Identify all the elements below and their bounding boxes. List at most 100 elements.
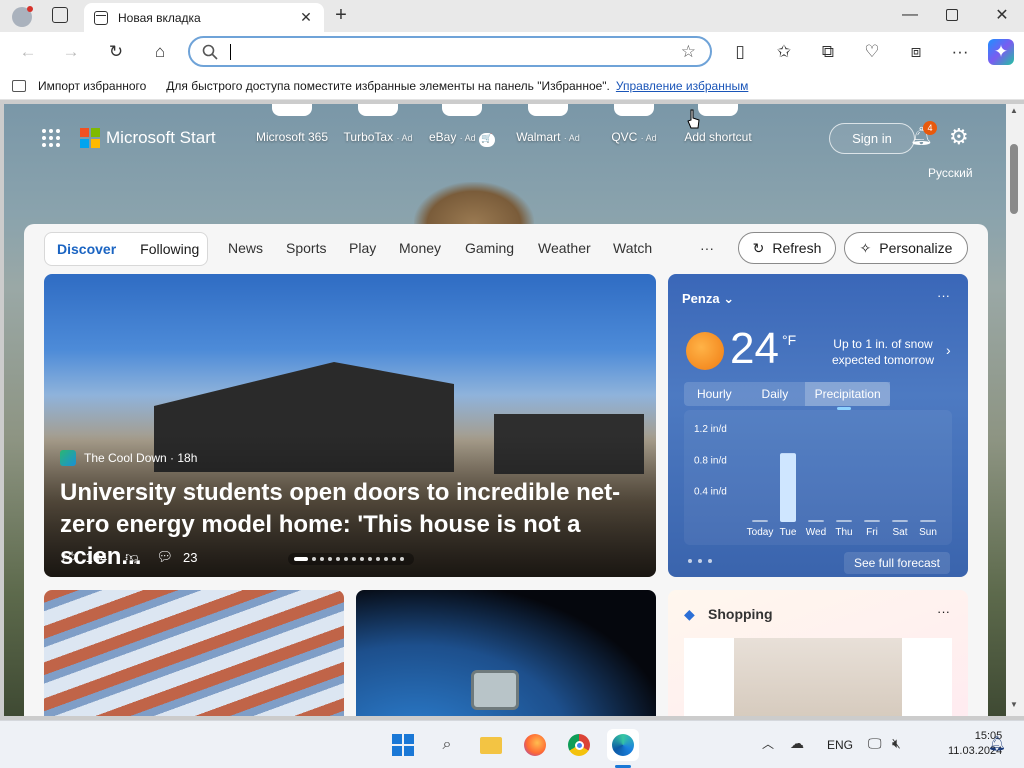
network-icon[interactable]: 🖵︎ xyxy=(868,735,882,752)
ad-label: · Ad xyxy=(459,133,476,143)
tab-discover[interactable]: Discover xyxy=(45,241,128,257)
news-card-space-tv[interactable] xyxy=(356,590,656,716)
x-tick-label: Thu xyxy=(835,527,852,538)
chrome-icon[interactable] xyxy=(565,731,593,759)
tab-close-icon[interactable]: ✕ xyxy=(298,9,314,26)
weather-tab-precipitation[interactable]: Precipitation xyxy=(805,382,891,410)
hero-source-text: The Cool Down · 18h xyxy=(84,451,198,465)
shortcut-label: eBay xyxy=(428,130,457,144)
y-tick-label: 0.8 in/d xyxy=(694,455,727,466)
toolbar: ← → ↻ ⌂ ☆ ▯ ✩ ⧉ ♡ ⧈ ··· ✦ xyxy=(0,32,1024,72)
brand-name: Microsoft Start xyxy=(106,128,216,147)
collections-icon[interactable]: ⧉ xyxy=(814,38,842,66)
manage-favorites-link[interactable]: Управление избранным xyxy=(616,79,748,93)
vertical-tabs-icon[interactable] xyxy=(52,7,68,23)
nav-watch[interactable]: Watch xyxy=(613,240,652,256)
nav-gaming[interactable]: Gaming xyxy=(465,240,514,256)
shopping-item-image[interactable] xyxy=(684,638,952,716)
search-taskbar-icon[interactable]: ⌕ xyxy=(433,731,461,759)
nav-news[interactable]: News xyxy=(228,240,263,256)
volume-muted-icon[interactable]: 🔇︎ xyxy=(892,735,901,752)
like-icon[interactable]: 👍︎ xyxy=(62,549,76,565)
nav-money[interactable]: Money xyxy=(399,240,441,256)
weather-tab-daily[interactable]: Daily xyxy=(745,382,806,406)
new-tab-icon[interactable]: + xyxy=(330,4,352,27)
tab-new-tab[interactable]: Новая вкладка ✕ xyxy=(84,3,324,32)
sunny-weather-icon xyxy=(686,332,724,370)
chevron-up-icon[interactable]: ︿ xyxy=(762,735,774,752)
nav-weather[interactable]: Weather xyxy=(538,240,591,256)
address-bar[interactable]: ☆ xyxy=(188,36,712,67)
start-icon[interactable] xyxy=(389,731,417,759)
shopping-card: ◆ Shopping ··· xyxy=(668,590,968,716)
profile-alert-dot xyxy=(27,6,33,12)
carousel-dots[interactable] xyxy=(288,553,414,565)
hero-card[interactable]: The Cool Down · 18h University students … xyxy=(44,274,656,577)
scroll-up-icon[interactable]: ▲ xyxy=(1010,106,1018,115)
tv-image xyxy=(471,670,519,710)
copilot-icon[interactable]: ✦ xyxy=(988,39,1014,65)
more-menu-icon[interactable]: ··· xyxy=(946,38,974,66)
weather-page-dots[interactable] xyxy=(688,559,712,563)
close-window-icon[interactable]: ✕ xyxy=(992,5,1012,25)
weather-temperature: 24 xyxy=(730,324,779,373)
nav-play[interactable]: Play xyxy=(349,240,376,256)
page-scrollbar[interactable]: ▲ ▼ xyxy=(1006,104,1024,716)
notification-center-icon[interactable]: 🔔︎ xyxy=(988,735,1006,752)
chevron-right-icon[interactable]: › xyxy=(946,342,951,358)
tab-following[interactable]: Following xyxy=(128,241,211,257)
shortcut-microsoft365[interactable]: Microsoft 365 xyxy=(252,104,332,144)
edge-icon[interactable] xyxy=(607,729,639,761)
refresh-button[interactable]: ↻ Refresh xyxy=(738,232,836,264)
weather-city-selector[interactable]: Penza ⌄ xyxy=(682,291,734,307)
nav-sports[interactable]: Sports xyxy=(286,240,326,256)
precip-bar xyxy=(808,520,824,522)
comment-icon[interactable]: 💬︎ xyxy=(157,549,174,565)
hero-source[interactable]: The Cool Down · 18h xyxy=(60,450,197,466)
firefox-icon[interactable] xyxy=(521,731,549,759)
sign-in-button[interactable]: Sign in xyxy=(829,123,915,154)
weather-tab-hourly[interactable]: Hourly xyxy=(684,382,745,406)
apps-grid-icon[interactable] xyxy=(42,129,60,147)
language-link[interactable]: Русский xyxy=(928,166,973,180)
personalize-button[interactable]: ✧ Personalize xyxy=(844,232,968,264)
split-screen-icon[interactable]: ▯ xyxy=(726,38,754,66)
news-card-solar-roof[interactable] xyxy=(44,590,344,716)
scroll-down-icon[interactable]: ▼ xyxy=(1010,700,1018,709)
nav-more-icon[interactable]: ··· xyxy=(700,240,714,256)
personalize-star-icon: ✧ xyxy=(859,239,872,256)
settings-gear-icon[interactable]: ⚙ xyxy=(949,124,969,150)
shortcut-turbotax[interactable]: TurboTax · Ad xyxy=(338,104,418,144)
refresh-page-icon[interactable]: ↻ xyxy=(102,38,130,66)
restore-icon[interactable] xyxy=(946,9,958,21)
shortcut-ebay[interactable]: eBay · Ad 🛒 xyxy=(422,104,502,147)
minimize-icon[interactable]: — xyxy=(900,6,920,24)
source-logo-icon xyxy=(60,450,76,466)
shortcut-walmart[interactable]: Walmart · Ad xyxy=(508,104,588,144)
weather-unit[interactable]: °F xyxy=(782,332,796,348)
weather-alert-text[interactable]: Up to 1 in. of snow expected tomorrow xyxy=(818,336,948,368)
ad-label: · Ad xyxy=(396,133,413,143)
shortcut-qvc[interactable]: QVC · Ad xyxy=(594,104,674,144)
extensions-icon[interactable]: ⧈ xyxy=(902,38,930,66)
favorite-star-icon[interactable]: ☆ xyxy=(681,42,696,62)
scroll-thumb[interactable] xyxy=(1010,144,1018,214)
weather-more-icon[interactable]: ··· xyxy=(937,288,950,303)
cloud-icon[interactable]: ☁ xyxy=(790,735,804,752)
browser-essentials-icon[interactable]: ♡ xyxy=(858,38,886,66)
x-tick-label: Sat xyxy=(892,527,907,538)
cart-icon: 🛒 xyxy=(479,133,496,147)
precip-bar xyxy=(780,453,796,522)
input-language[interactable]: ENG xyxy=(827,738,853,752)
shopping-more-icon[interactable]: ··· xyxy=(937,604,950,619)
back-icon[interactable]: ← xyxy=(14,38,42,66)
dislike-icon[interactable]: 👎︎ xyxy=(125,549,138,565)
home-icon[interactable]: ⌂ xyxy=(146,38,174,66)
shortcut-label: QVC xyxy=(611,130,638,144)
import-favorites-link[interactable]: Импорт избранного xyxy=(38,79,146,93)
favorites-icon[interactable]: ✩ xyxy=(770,38,798,66)
see-full-forecast-button[interactable]: See full forecast xyxy=(844,552,950,574)
file-explorer-icon[interactable] xyxy=(477,731,505,759)
start-page: Microsoft Start Microsoft 365 TurboTax ·… xyxy=(4,104,1006,716)
forward-icon[interactable]: → xyxy=(57,38,85,66)
